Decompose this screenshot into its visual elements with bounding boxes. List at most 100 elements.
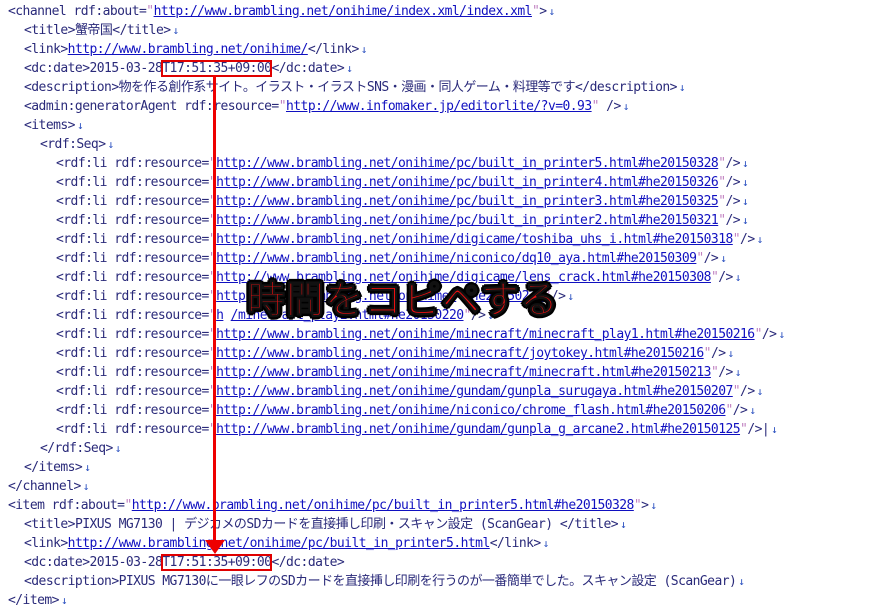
quote-mark: " <box>732 232 741 247</box>
code-line: <link>http://www.brambling.net/onihime/p… <box>24 534 549 553</box>
red-arrow-head-icon <box>205 540 225 554</box>
code-line: <rdf:li rdf:resource="http://www.brambli… <box>56 154 749 173</box>
url-link[interactable]: http://www.brambling.net/onihime/digicam… <box>216 232 733 247</box>
url-link[interactable]: http://www.brambling.net/onihime/index.x… <box>154 4 533 19</box>
line-break-icon: ↓ <box>734 366 742 379</box>
line-break-icon: ↓ <box>567 290 574 303</box>
line-break-icon: ↓ <box>622 100 630 113</box>
line-break-icon: ↓ <box>771 423 778 436</box>
xml-attribute: rdf:about= <box>73 4 147 19</box>
text-value: 2015-03-28 <box>89 555 163 570</box>
xml-attribute: rdf:resource= <box>114 289 209 304</box>
line-break-icon: ↓ <box>678 81 686 94</box>
line-break-icon: ↓ <box>742 214 749 227</box>
red-arrow-line <box>213 75 216 545</box>
xml-tag: />| <box>747 422 770 437</box>
line-break-icon: ↓ <box>727 347 735 360</box>
url-link[interactable]: http://www.brambling.net/onihime/niconic… <box>216 403 726 418</box>
code-line: <link>http://www.brambling.net/onihime/<… <box>24 40 367 59</box>
xml-attribute: rdf:resource= <box>114 308 209 323</box>
xml-tag: </description> <box>575 80 677 95</box>
line-break-icon: ↓ <box>742 176 749 189</box>
xml-tag: </link> <box>489 536 541 551</box>
url-link[interactable]: http://www.brambling.net/onihime/minecra… <box>216 327 755 342</box>
xml-tag: /> <box>703 251 719 266</box>
url-link[interactable]: http://www.brambling.net/onihime/pc/buil… <box>68 536 491 551</box>
code-line: <rdf:li rdf:resource="http://www.brambli… <box>56 382 763 401</box>
url-link[interactable]: http://www.brambling.net/onihime/pc/buil… <box>216 156 719 171</box>
code-line: <dc:date>2015-03-28T17:51:35+09:00</dc:d… <box>24 553 345 572</box>
line-break-icon: ↓ <box>548 5 556 18</box>
xml-tag: <link> <box>24 536 68 551</box>
code-line: <rdf:li rdf:resource="http://www.brambli… <box>56 401 756 420</box>
annotation-caption: 時間をコピペする <box>246 278 560 323</box>
xml-attribute: rdf:about= <box>51 498 125 513</box>
url-link[interactable]: http://www.infomaker.jp/editorlite/?v=0.… <box>286 99 592 114</box>
xml-attribute: rdf:resource= <box>114 365 209 380</box>
highlighted-time: T17:51:35+09:00 <box>161 60 273 77</box>
code-line: <description>PIXUS MG7130に一眼レフのSDカードを直接挿… <box>24 572 745 591</box>
url-link[interactable]: http://www.brambling.net/onihime/minecra… <box>216 346 704 361</box>
xml-attribute: rdf:resource= <box>114 346 209 361</box>
code-line: <rdf:li rdf:resource="http://www.brambli… <box>56 173 749 192</box>
xml-tag: <channel <box>8 4 74 19</box>
xml-tag: /> <box>761 327 777 342</box>
xml-tag: <title> <box>24 517 75 532</box>
url-link[interactable]: http://www.brambling.net/onihime/pc/buil… <box>216 175 719 190</box>
xml-tag: <rdf:li <box>56 403 115 418</box>
xml-attribute: rdf:resource= <box>114 156 209 171</box>
code-line: <dc:date>2015-03-28T17:51:35+09:00</dc:d… <box>24 59 353 78</box>
xml-tag: /> <box>725 194 741 209</box>
xml-tag: <title> <box>24 23 75 38</box>
url-link[interactable]: http://www.brambling.net/onihime/gundam/… <box>216 384 733 399</box>
xml-attribute: rdf:resource= <box>114 232 209 247</box>
xml-tag: <rdf:li <box>56 327 115 342</box>
url-link[interactable]: http://www.brambling.net/onihime/minecra… <box>216 365 711 380</box>
url-link[interactable]: http://www.brambling.net/onihime/ <box>68 42 309 57</box>
xml-tag: </dc:date> <box>271 555 345 570</box>
quote-mark: " <box>703 346 712 361</box>
quote-mark: " <box>696 251 704 266</box>
url-link[interactable]: http://www.brambling.net/onihime/gundam/… <box>216 422 740 437</box>
quote-mark: " <box>754 327 763 342</box>
code-line: </items> ↓ <box>24 458 91 477</box>
text-value: PIXUS MG7130 | デジカメのSDカードを直接挿し印刷・スキャン設定 … <box>74 517 560 532</box>
url-link[interactable]: http://www.brambling.net/onihime/pc/buil… <box>216 213 719 228</box>
xml-tag: /> <box>740 384 755 399</box>
url-link[interactable]: http://www.brambling.net/onihime/pc/buil… <box>132 498 635 513</box>
xml-tag: <rdf:Seq> <box>40 137 106 152</box>
line-break-icon: ↓ <box>749 404 756 417</box>
xml-tag: <dc:date> <box>24 61 90 76</box>
code-line: <rdf:li rdf:resource="http://www.brambli… <box>56 420 778 439</box>
url-link[interactable]: http://www.brambling.net/onihime/niconic… <box>216 251 697 266</box>
quote-mark: " <box>146 4 154 19</box>
xml-tag: /> <box>725 156 741 171</box>
xml-tag: </item> <box>8 593 59 608</box>
xml-tag: <rdf:li <box>56 289 115 304</box>
xml-tag: /> <box>725 175 741 190</box>
xml-tag: </dc:date> <box>271 61 345 76</box>
line-break-icon: ↓ <box>60 594 68 607</box>
xml-tag: /> <box>718 365 733 380</box>
xml-tag: /> <box>598 99 621 114</box>
code-line: <rdf:li rdf:resource="http://www.brambli… <box>56 211 749 230</box>
code-line: </channel> ↓ <box>8 477 89 496</box>
xml-attribute: rdf:resource= <box>114 422 209 437</box>
xml-attribute: rdf:resource= <box>184 99 279 114</box>
xml-tag: <rdf:li <box>56 384 115 399</box>
url-link[interactable]: http://www.brambling.net/onihime/pc/buil… <box>216 194 719 209</box>
line-break-icon: ↓ <box>542 537 550 550</box>
line-break-icon: ↓ <box>346 62 353 75</box>
xml-tag: <admin:generatorAgent <box>24 99 185 114</box>
code-line: <description>物を作る創作系サイト。イラスト・イラストSNS・漫画・… <box>24 78 686 97</box>
line-break-icon: ↓ <box>650 499 657 512</box>
xml-tag: <rdf:li <box>56 156 115 171</box>
text-value: 2015-03-28 <box>89 61 163 76</box>
xml-tag: <link> <box>24 42 68 57</box>
code-line: <rdf:li rdf:resource="http://www.brambli… <box>56 230 763 249</box>
xml-tag: </channel> <box>8 479 81 494</box>
text-value: PIXUS MG7130に一眼レフのSDカードを直接挿し印刷を行うのが一番簡単で… <box>118 574 737 589</box>
quote-mark: " <box>725 403 733 418</box>
xml-tag: <rdf:li <box>56 365 115 380</box>
code-line: <item rdf:about="http://www.brambling.ne… <box>8 496 657 515</box>
